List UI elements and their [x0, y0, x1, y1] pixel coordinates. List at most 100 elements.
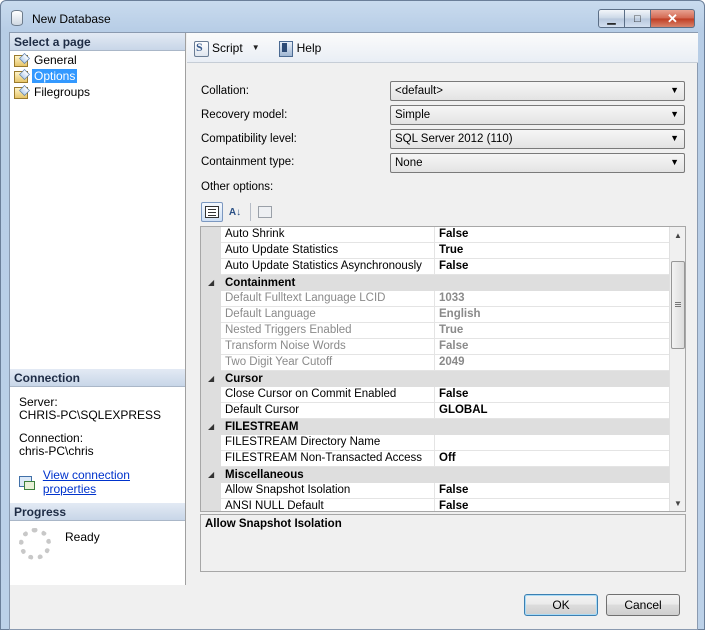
property-value[interactable]: False — [435, 259, 671, 275]
property-row[interactable]: Close Cursor on Commit Enabled False — [201, 387, 671, 403]
property-value[interactable]: False — [435, 387, 671, 403]
category-name: FILESTREAM — [225, 421, 299, 433]
containment-type-select[interactable]: None ▼ — [390, 153, 685, 173]
help-icon — [278, 40, 294, 57]
property-row[interactable]: Transform Noise Words False — [201, 339, 671, 355]
chevron-down-icon: ▼ — [670, 133, 679, 143]
property-name: Nested Triggers Enabled — [221, 323, 435, 339]
property-name: Default Fulltext Language LCID — [221, 291, 435, 307]
property-value: True — [435, 323, 671, 339]
property-value[interactable]: Off — [435, 451, 671, 467]
page-icon — [13, 53, 29, 67]
property-row[interactable]: Auto Shrink False — [201, 227, 671, 243]
alphabetical-button[interactable]: A↓ — [224, 202, 246, 222]
toolbar-separator — [250, 203, 251, 221]
scroll-down-icon[interactable]: ▼ — [670, 495, 685, 511]
ok-button[interactable]: OK — [524, 594, 598, 616]
property-row[interactable]: Auto Update Statistics True — [201, 243, 671, 259]
dialog-toolbar: Script ▼ Help — [187, 33, 698, 63]
property-value[interactable]: GLOBAL — [435, 403, 671, 419]
property-row[interactable]: Two Digit Year Cutoff 2049 — [201, 355, 671, 371]
recovery-model-select[interactable]: Simple ▼ — [390, 105, 685, 125]
script-icon — [193, 40, 209, 57]
property-row[interactable]: Allow Snapshot Isolation False — [201, 483, 671, 499]
script-label: Script — [212, 40, 243, 55]
collation-label: Collation: — [201, 85, 249, 97]
maximize-button[interactable]: □ — [625, 9, 651, 28]
cancel-button[interactable]: Cancel — [606, 594, 680, 616]
minimize-icon: ▁ — [607, 13, 616, 25]
property-name: FILESTREAM Non-Transacted Access — [221, 451, 435, 467]
collapse-icon[interactable]: ◢ — [208, 374, 214, 383]
minimize-button[interactable]: ▁ — [598, 9, 625, 28]
page-item-options[interactable]: Options — [13, 68, 92, 84]
property-row[interactable]: FILESTREAM Directory Name — [201, 435, 671, 451]
property-grid[interactable]: Auto Shrink False Auto Update Statistics Tr… — [200, 226, 686, 512]
property-name: Two Digit Year Cutoff — [221, 355, 435, 371]
property-row[interactable]: FILESTREAM Non-Transacted Access Off — [201, 451, 671, 467]
categorized-button[interactable] — [201, 202, 223, 222]
view-connection-properties[interactable]: View connection properties — [19, 468, 185, 496]
connection-header: Connection — [10, 369, 185, 387]
collapse-icon[interactable]: ◢ — [208, 422, 214, 431]
category-name: Cursor — [225, 373, 263, 385]
category-row[interactable]: ◢ Containment — [201, 275, 671, 291]
property-row[interactable]: Default Fulltext Language LCID 1033 — [201, 291, 671, 307]
script-button[interactable]: Script ▼ — [193, 40, 270, 57]
recovery-model-value: Simple — [395, 109, 431, 121]
property-pages-button[interactable] — [254, 202, 276, 222]
category-name: Containment — [225, 277, 296, 289]
property-pages-icon — [258, 206, 272, 218]
title-bar[interactable]: New Database ▁ □ ✕ — [1, 1, 704, 35]
property-value[interactable]: True — [435, 243, 671, 259]
property-value[interactable]: False — [435, 227, 671, 243]
collapse-icon[interactable]: ◢ — [208, 470, 214, 479]
categorized-icon — [205, 206, 219, 218]
property-name: Allow Snapshot Isolation — [221, 483, 435, 499]
compatibility-level-select[interactable]: SQL Server 2012 (110) ▼ — [390, 129, 685, 149]
page-item-label: General — [34, 53, 77, 67]
category-row[interactable]: ◢ FILESTREAM — [201, 419, 671, 435]
property-value[interactable] — [435, 435, 671, 451]
close-button[interactable]: ✕ — [651, 9, 695, 28]
property-value: English — [435, 307, 671, 323]
property-row[interactable]: ANSI NULL Default False — [201, 499, 671, 511]
category-row[interactable]: ◢ Cursor — [201, 371, 671, 387]
property-value[interactable]: False — [435, 483, 671, 499]
property-row[interactable]: Default Cursor GLOBAL — [201, 403, 671, 419]
dialog-window: New Database ▁ □ ✕ Select a page General… — [0, 0, 705, 630]
property-name: Close Cursor on Commit Enabled — [221, 387, 435, 403]
scroll-up-icon[interactable]: ▲ — [670, 227, 685, 243]
script-dropdown-icon[interactable]: ▼ — [252, 43, 260, 52]
recovery-model-label: Recovery model: — [201, 109, 288, 121]
select-page-header: Select a page — [10, 33, 185, 51]
page-item-filegroups[interactable]: Filegroups — [13, 84, 92, 100]
dialog-client-area: Select a page General Options Filegroups C… — [9, 32, 698, 630]
property-row[interactable]: Auto Update Statistics Asynchronously Fal… — [201, 259, 671, 275]
vertical-scrollbar[interactable]: ▲ ▼ — [669, 227, 685, 511]
database-icon — [11, 10, 23, 26]
help-label: Help — [296, 40, 322, 55]
property-row[interactable]: Nested Triggers Enabled True — [201, 323, 671, 339]
compatibility-level-label: Compatibility level: — [201, 133, 297, 145]
category-row[interactable]: ◢ Miscellaneous — [201, 467, 671, 483]
progress-status: Ready — [65, 530, 100, 544]
property-row[interactable]: Default Language English — [201, 307, 671, 323]
collapse-icon[interactable]: ◢ — [208, 278, 214, 287]
property-value: 2049 — [435, 355, 671, 371]
property-value[interactable]: False — [435, 499, 671, 511]
chevron-down-icon: ▼ — [670, 157, 679, 167]
page-icon — [13, 69, 29, 83]
property-name: ANSI NULL Default — [221, 499, 435, 511]
scrollbar-thumb[interactable] — [671, 261, 685, 349]
property-name: Auto Shrink — [221, 227, 435, 243]
connection-info: Server: CHRIS-PC\SQLEXPRESS Connection: … — [19, 396, 161, 458]
collation-select[interactable]: <default> ▼ — [390, 81, 685, 101]
property-value: 1033 — [435, 291, 671, 307]
left-pane: Select a page General Options Filegroups C… — [10, 33, 186, 585]
help-button[interactable]: Help — [278, 40, 322, 57]
page-item-general[interactable]: General — [13, 52, 92, 68]
view-connection-properties-link[interactable]: View connection properties — [43, 468, 185, 496]
property-name: Default Cursor — [221, 403, 435, 419]
property-name: Auto Update Statistics Asynchronously — [221, 259, 435, 275]
